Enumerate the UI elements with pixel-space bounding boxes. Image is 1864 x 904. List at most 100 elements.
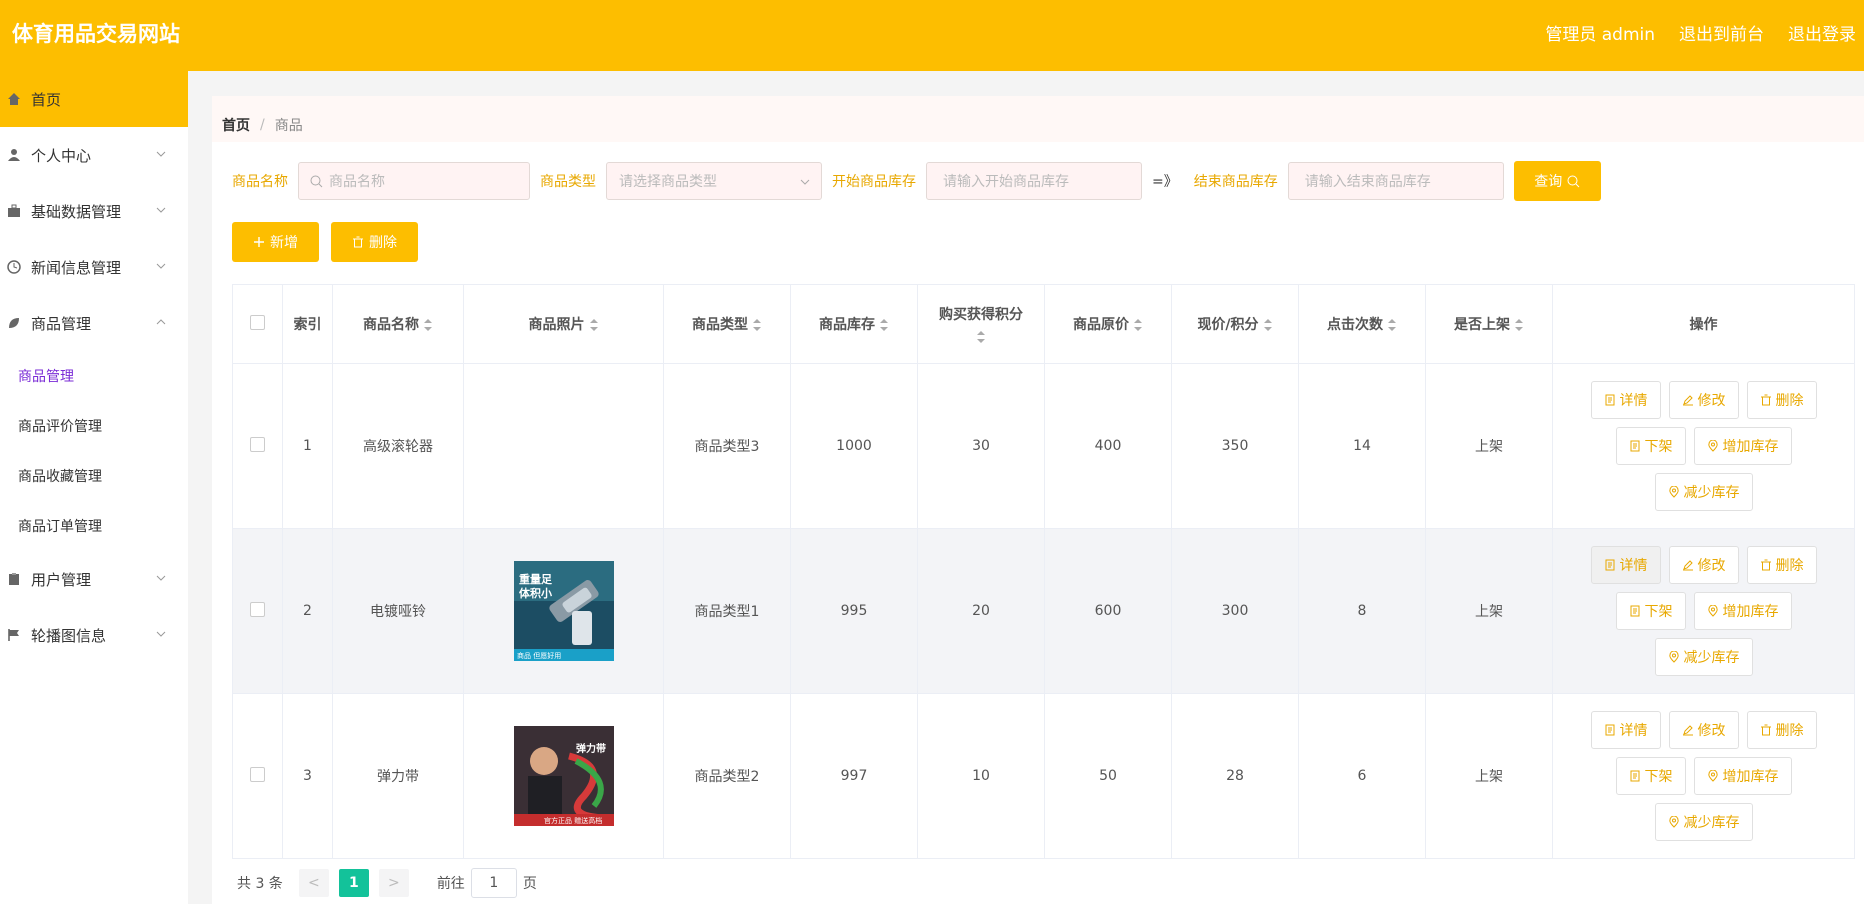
- end-stock-input[interactable]: 请输入结束商品库存: [1287, 162, 1504, 200]
- sort-icon[interactable]: [976, 330, 986, 344]
- sidebar-subitem-goods-order[interactable]: 商品订单管理: [0, 501, 188, 551]
- batch-delete-button[interactable]: 删除: [331, 222, 418, 262]
- header-current-price[interactable]: 现价/积分: [1171, 284, 1299, 364]
- sidebar-item-label: 首页: [31, 90, 62, 109]
- reduce-stock-button[interactable]: 减少库存: [1654, 638, 1753, 676]
- name-filter-placeholder: 商品名称: [329, 174, 385, 190]
- start-stock-input[interactable]: 请输入开始商品库存: [926, 162, 1142, 200]
- header-type[interactable]: 商品类型: [663, 284, 791, 364]
- sidebar-item-users[interactable]: 用户管理: [0, 551, 188, 607]
- prev-page-button[interactable]: <: [298, 869, 329, 897]
- delete-button[interactable]: 删除: [1746, 546, 1817, 584]
- header-status[interactable]: 是否上架: [1425, 284, 1553, 364]
- header-points[interactable]: 购买获得积分: [917, 284, 1045, 364]
- edit-button[interactable]: 修改: [1668, 711, 1739, 749]
- page-number-button[interactable]: 1: [338, 869, 369, 897]
- detail-button[interactable]: 详情: [1590, 546, 1661, 584]
- row-select-cell[interactable]: [232, 528, 283, 694]
- add-stock-button[interactable]: 增加库存: [1693, 427, 1792, 465]
- header-stock[interactable]: 商品库存: [790, 284, 918, 364]
- sort-icon[interactable]: [423, 318, 433, 332]
- row-select-cell[interactable]: [232, 363, 283, 529]
- location-pin-icon: [1668, 816, 1679, 828]
- add-stock-button[interactable]: 增加库存: [1693, 592, 1792, 630]
- sort-icon[interactable]: [752, 318, 762, 332]
- edit-button-label: 修改: [1697, 393, 1726, 409]
- header-stock-label: 商品库存: [819, 317, 875, 333]
- document-icon: [1605, 724, 1614, 736]
- sidebar-item-carousel[interactable]: 轮播图信息: [0, 607, 188, 663]
- sort-icon[interactable]: [1263, 318, 1273, 332]
- edit-button[interactable]: 修改: [1668, 546, 1739, 584]
- row-checkbox[interactable]: [250, 766, 265, 782]
- sort-icon[interactable]: [1514, 318, 1524, 332]
- query-button-label: 查询: [1534, 174, 1563, 190]
- reduce-stock-button[interactable]: 减少库存: [1654, 803, 1753, 841]
- header-clicks[interactable]: 点击次数: [1298, 284, 1426, 364]
- sort-icon[interactable]: [1387, 318, 1397, 332]
- row-current-price: 350: [1171, 363, 1299, 529]
- trash-icon: [1760, 559, 1771, 571]
- photo-caption: 官方正品 赠送高档: [544, 816, 602, 825]
- breadcrumb-home[interactable]: 首页: [222, 115, 250, 135]
- edit-button[interactable]: 修改: [1668, 381, 1739, 419]
- chevron-down-icon: [800, 179, 810, 185]
- sidebar-item-basic-data[interactable]: 基础数据管理: [0, 183, 188, 239]
- sidebar-item-goods[interactable]: 商品管理: [0, 295, 188, 351]
- sidebar-item-personal[interactable]: 个人中心: [0, 127, 188, 183]
- sidebar-item-news[interactable]: 新闻信息管理: [0, 239, 188, 295]
- detail-button[interactable]: 详情: [1590, 711, 1661, 749]
- row-checkbox[interactable]: [250, 436, 265, 452]
- next-page-button[interactable]: >: [378, 869, 409, 897]
- delete-button-label: 删除: [1775, 393, 1804, 409]
- off-shelf-button-label: 下架: [1644, 439, 1673, 455]
- row-checkbox[interactable]: [250, 601, 265, 617]
- off-shelf-button-label: 下架: [1644, 604, 1673, 620]
- sidebar-item-home[interactable]: 首页: [0, 71, 188, 127]
- off-shelf-button[interactable]: 下架: [1615, 757, 1686, 795]
- reduce-stock-button[interactable]: 减少库存: [1654, 473, 1753, 511]
- sort-icon[interactable]: [589, 318, 599, 332]
- header-name[interactable]: 商品名称: [332, 284, 464, 364]
- off-shelf-button[interactable]: 下架: [1615, 592, 1686, 630]
- detail-button[interactable]: 详情: [1590, 381, 1661, 419]
- logout-link[interactable]: 退出登录: [1788, 20, 1856, 45]
- row-status: 上架: [1425, 363, 1553, 529]
- admin-user-label[interactable]: 管理员 admin: [1545, 20, 1655, 45]
- row-select-cell[interactable]: [232, 693, 283, 859]
- sort-icon[interactable]: [879, 318, 889, 332]
- table-row: 1 高级滚轮器 商品类型3 1000 30 400 350 14 上架 详情 修…: [232, 363, 1855, 529]
- sidebar: 首页 个人中心 基础数据管理 新闻信息管理 商品管理 商品管理 商品评价管理 商…: [0, 71, 189, 904]
- product-photo-band[interactable]: 弹力带 官方正品 赠送高档: [513, 726, 614, 826]
- goto-page-input[interactable]: 1: [470, 868, 517, 898]
- row-points: 20: [917, 528, 1045, 694]
- row-actions: 详情 修改 删除 下架 增加库存 减少库存: [1552, 693, 1855, 859]
- type-select[interactable]: 请选择商品类型: [606, 162, 822, 200]
- header-photo[interactable]: 商品照片: [463, 284, 664, 364]
- delete-button[interactable]: 删除: [1746, 381, 1817, 419]
- sidebar-subitem-goods-manage[interactable]: 商品管理: [0, 351, 188, 401]
- delete-button[interactable]: 删除: [1746, 711, 1817, 749]
- sort-icon[interactable]: [1133, 318, 1143, 332]
- sidebar-subitem-goods-review[interactable]: 商品评价管理: [0, 401, 188, 451]
- select-all-cell[interactable]: [232, 284, 283, 364]
- add-stock-button[interactable]: 增加库存: [1693, 757, 1792, 795]
- site-title: 体育用品交易网站: [12, 22, 180, 46]
- sidebar-subitem-goods-favorite[interactable]: 商品收藏管理: [0, 451, 188, 501]
- photo-text: 弹力带: [576, 742, 606, 755]
- add-button[interactable]: 新增: [232, 222, 319, 262]
- detail-button-label: 详情: [1619, 723, 1648, 739]
- header-price[interactable]: 商品原价: [1044, 284, 1172, 364]
- select-all-checkbox[interactable]: [250, 314, 265, 330]
- product-photo-dumbbell[interactable]: 重量足 体积小 商品 但愿好用: [513, 561, 614, 661]
- row-points: 30: [917, 363, 1045, 529]
- name-filter-input[interactable]: 商品名称: [298, 162, 530, 200]
- off-shelf-button[interactable]: 下架: [1615, 427, 1686, 465]
- header-name-label: 商品名称: [363, 317, 419, 333]
- row-stock: 997: [790, 693, 918, 859]
- row-stock: 1000: [790, 363, 918, 529]
- query-button[interactable]: 查询: [1513, 161, 1601, 201]
- header-price-label: 商品原价: [1073, 317, 1129, 333]
- exit-to-front-link[interactable]: 退出到前台: [1679, 20, 1764, 45]
- leaf-icon: [6, 315, 22, 331]
